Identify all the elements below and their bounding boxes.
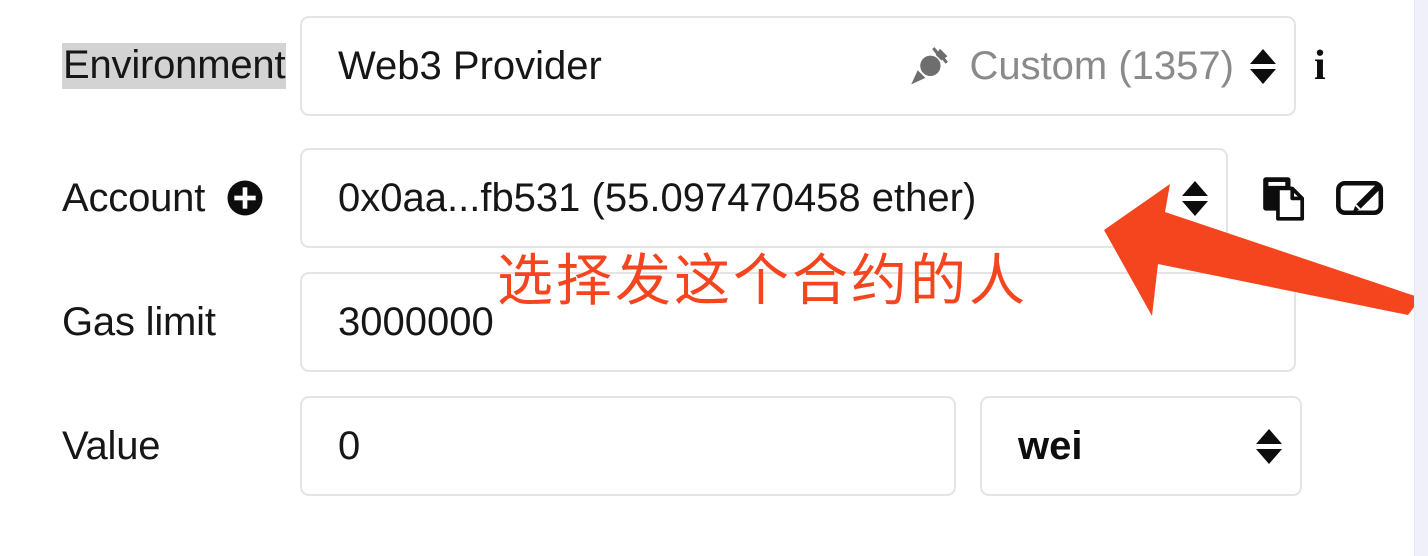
spinner-updown-icon[interactable] — [1250, 48, 1276, 84]
environment-outer-icons: i — [1314, 45, 1326, 87]
environment-select[interactable]: Web3 Provider Custom (1357) — [300, 16, 1296, 116]
spinner-updown-icon[interactable] — [1256, 428, 1282, 464]
chevron-down-icon — [1182, 200, 1208, 216]
account-label-text: Account — [62, 176, 206, 220]
value-unit: wei — [1018, 423, 1083, 468]
plus-circle-icon[interactable] — [225, 178, 265, 218]
gas-limit-input[interactable]: 3000000 — [300, 272, 1296, 372]
gas-limit-label: Gas limit — [0, 302, 300, 342]
value-label-text: Value — [62, 424, 161, 468]
chevron-up-icon — [1256, 428, 1282, 444]
chevron-down-icon — [1256, 448, 1282, 464]
plug-icon — [907, 43, 953, 89]
gas-limit-row: Gas limit 3000000 — [0, 272, 1414, 372]
sign-message-icon[interactable] — [1334, 172, 1386, 224]
chevron-down-icon — [1250, 68, 1276, 84]
environment-value: Web3 Provider — [338, 43, 602, 88]
copy-icon[interactable] — [1258, 172, 1310, 224]
info-icon[interactable]: i — [1314, 45, 1326, 87]
environment-label-text: Environment — [62, 43, 287, 89]
spinner-updown-icon[interactable] — [1182, 180, 1208, 216]
chevron-up-icon — [1182, 180, 1208, 196]
value-unit-select[interactable]: wei — [980, 396, 1302, 496]
transaction-settings-panel: Environment Web3 Provider Custom (1357) … — [0, 0, 1414, 556]
gas-limit-label-text: Gas limit — [62, 300, 216, 344]
value-input[interactable]: 0 — [300, 396, 956, 496]
account-outer-icons — [1258, 172, 1386, 224]
environment-row: Environment Web3 Provider Custom (1357) … — [0, 16, 1414, 116]
environment-network-value: Custom (1357) — [969, 43, 1234, 88]
value-row: Value 0 wei — [0, 396, 1414, 496]
environment-field-right: Custom (1357) — [891, 43, 1276, 89]
value-amount: 0 — [338, 423, 361, 468]
panel-right-edge — [1414, 0, 1428, 556]
account-select[interactable]: 0x0aa...fb531 (55.097470458 ether) — [300, 148, 1228, 248]
account-value: 0x0aa...fb531 (55.097470458 ether) — [338, 175, 977, 220]
chevron-up-icon — [1250, 48, 1276, 64]
environment-label: Environment — [0, 43, 300, 89]
gas-limit-value: 3000000 — [338, 299, 494, 344]
account-field-right — [1166, 180, 1208, 216]
account-row: Account 0x0aa...fb531 (55.097470458 ethe… — [0, 148, 1414, 248]
value-unit-field-right — [1240, 428, 1282, 464]
value-label: Value — [0, 426, 300, 466]
account-label: Account — [0, 178, 300, 218]
